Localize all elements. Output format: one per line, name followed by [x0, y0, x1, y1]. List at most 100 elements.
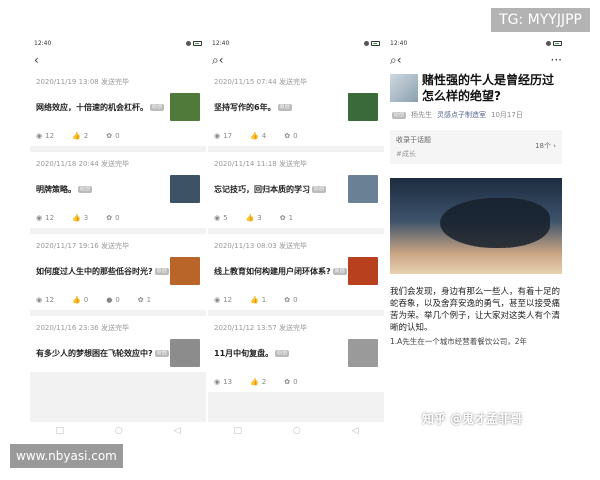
views-stat[interactable]: ◉ 5 [214, 214, 228, 222]
article-stats: ◉ 17 👍 4 ✿ 0 [214, 130, 378, 142]
search-icon[interactable]: ⌕ [390, 53, 397, 68]
article-thumbnail [170, 93, 200, 121]
views-stat[interactable]: ◉ 12 [214, 296, 232, 304]
recent-apps-icon[interactable]: □ [55, 426, 64, 436]
likes-stat[interactable]: 👍 4 [250, 132, 266, 140]
signal-icon [546, 40, 551, 46]
phone-screen-1: 12:40 ‹ 2020/11/19 13:08 发送完毕网络效应，十倍速的机会… [30, 36, 206, 440]
article-thumbnail [348, 93, 378, 121]
back-icon[interactable]: ‹ [397, 53, 402, 67]
status-bar: 12:40 [386, 36, 566, 50]
shares-stat[interactable]: ✿ 0 [106, 214, 119, 222]
likes-stat[interactable]: 👍 3 [246, 214, 262, 222]
shares-stat[interactable]: ✿ 1 [138, 296, 151, 304]
thumbs-up-icon: 👍 [72, 296, 81, 304]
more-icon[interactable]: ··· [551, 53, 562, 67]
views-stat[interactable]: ◉ 12 [36, 296, 54, 304]
shares-stat[interactable]: ✿ 0 [284, 296, 297, 304]
article-card[interactable]: 2020/11/16 23:36 发送完毕 有多少人的梦想困在飞轮效应中? 原创 [30, 316, 206, 372]
send-status: 2020/11/14 11:18 发送完毕 [214, 160, 307, 168]
article-title[interactable]: 明牌策略。 原创 [36, 184, 93, 195]
article-stats: ◉ 12 👍 1 ✿ 0 [214, 294, 378, 306]
article-card[interactable]: 2020/11/13 08:03 发送完毕线上教育如何构建用户闭环体系? 原创 ◉ 1… [208, 234, 384, 310]
gear-icon: ✿ [106, 132, 113, 140]
article-card[interactable]: 2020/11/18 20:44 发送完毕 明牌策略。 原创 ◉ 12 👍 3 ✿ 0 [30, 152, 206, 228]
gear-icon: ✿ [137, 296, 144, 304]
likes-stat[interactable]: 👍 2 [250, 378, 266, 386]
send-status: 2020/11/19 13:08 发送完毕 [36, 78, 129, 86]
article-title[interactable]: 坚持写作的6年。 原创 [214, 102, 292, 113]
card-body: 坚持写作的6年。 原创 [214, 92, 378, 122]
home-icon[interactable]: ○ [115, 426, 123, 436]
send-status: 2020/11/15 07:44 发送完毕 [214, 78, 307, 86]
send-status: 2020/11/13 08:03 发送完毕 [214, 242, 307, 250]
article-title[interactable]: 11月中旬复盘。 原创 [214, 348, 290, 359]
eye-icon: ◉ [214, 214, 221, 222]
article-stats: ◉ 13 👍 2 ✿ 0 [214, 376, 378, 388]
extra-stat[interactable]: ● 0 [106, 296, 120, 304]
shares-stat[interactable]: ✿ 0 [106, 132, 119, 140]
recent-apps-icon[interactable]: □ [233, 426, 242, 436]
likes-stat[interactable]: 👍 2 [72, 132, 88, 140]
card-body: 线上教育如何构建用户闭环体系? 原创 [214, 256, 378, 286]
original-tag: 原创 [78, 185, 93, 193]
shares-stat[interactable]: ✿ 1 [280, 214, 293, 222]
back-icon[interactable]: ‹ [34, 53, 39, 67]
circle-icon: ● [106, 296, 113, 304]
article-title[interactable]: 网络效应，十倍速的机会杠杆。 原创 [36, 102, 165, 113]
send-status: 2020/11/18 20:44 发送完毕 [36, 160, 129, 168]
gear-icon: ✿ [284, 296, 291, 304]
article-card[interactable]: 2020/11/15 07:44 发送完毕 坚持写作的6年。 原创 ◉ 17 👍 4 ✿ 0 [208, 70, 384, 146]
article-title[interactable]: 线上教育如何构建用户闭环体系? 原创 [214, 266, 347, 277]
phone-screen-2: 12:40 ⌕ ‹ 2020/11/15 07:44 发送完毕 坚持写作的6年。原… [208, 36, 384, 440]
article-list: 2020/11/19 13:08 发送完毕网络效应，十倍速的机会杠杆。 原创 ◉ 12… [30, 70, 206, 372]
back-key-icon[interactable]: ◁ [352, 426, 359, 436]
likes-stat[interactable]: 👍 0 [72, 296, 88, 304]
gear-icon: ✿ [106, 214, 113, 222]
status-time: 12:40 [34, 39, 52, 47]
likes-stat[interactable]: 👍 3 [72, 214, 88, 222]
original-tag: 原创 [154, 349, 169, 357]
article-title[interactable]: 忘记技巧，回归本质的学习 原创 [214, 184, 327, 195]
original-tag: 原创 [312, 185, 327, 193]
collection-count[interactable]: 18个 › [535, 141, 556, 151]
article-card[interactable]: 2020/11/12 13:57 发送完毕 11月中旬复盘。 原创 ◉ 13 👍 2 ✿ 0 [208, 316, 384, 392]
home-icon[interactable]: ○ [293, 426, 301, 436]
send-status: 2020/11/12 13:57 发送完毕 [214, 324, 307, 332]
thumbs-up-icon: 👍 [72, 132, 81, 140]
views-stat[interactable]: ◉ 12 [36, 132, 54, 140]
article-stats: ◉ 12 👍 0 ● 0 ✿ 1 [36, 294, 200, 306]
article-card[interactable]: 2020/11/14 11:18 发送完毕忘记技巧，回归本质的学习 原创 ◉ 5 👍 3 ✿… [208, 152, 384, 228]
eye-icon: ◉ [36, 296, 43, 304]
back-key-icon[interactable]: ◁ [174, 426, 181, 436]
topic-collection[interactable]: 收录于话题 #成长 18个 › [390, 130, 562, 164]
article-title: 赌性强的牛人是曾经历过怎么样的绝望? [422, 73, 555, 103]
battery-icon [193, 40, 202, 46]
eye-icon: ◉ [214, 378, 221, 386]
article-thumbnail [170, 175, 200, 203]
likes-stat[interactable]: 👍 1 [250, 296, 266, 304]
publish-date: 10月17日 [491, 111, 523, 119]
card-body: 忘记技巧，回归本质的学习 原创 [214, 174, 378, 204]
search-icon[interactable]: ⌕ [212, 53, 219, 68]
article-thumbnail [390, 74, 418, 102]
collection-topic[interactable]: #成长 [396, 149, 556, 159]
battery-icon [553, 40, 562, 46]
shares-stat[interactable]: ✿ 0 [284, 132, 297, 140]
views-stat[interactable]: ◉ 17 [214, 132, 232, 140]
back-icon[interactable]: ‹ [219, 53, 224, 67]
views-stat[interactable]: ◉ 12 [36, 214, 54, 222]
article-byline: 原创 杨先生 灵感点子制造室 10月17日 [386, 108, 566, 122]
account-name[interactable]: 灵感点子制造室 [437, 110, 486, 120]
article-title[interactable]: 如何度过人生中的那些低谷时光? 原创 [36, 266, 169, 277]
original-tag: 原创 [332, 267, 347, 275]
article-card[interactable]: 2020/11/17 19:16 发送完毕 如何度过人生中的那些低谷时光? 原创 ◉ 1… [30, 234, 206, 310]
views-stat[interactable]: ◉ 13 [214, 378, 232, 386]
article-title[interactable]: 有多少人的梦想困在飞轮效应中? 原创 [36, 348, 169, 359]
article-body: 我们会发现，身边有那么一些人，有着十足的蛇吞象，以及舍弃安逸的勇气，甚至以接受痛… [386, 274, 566, 348]
phone-screen-3: 12:40 ⌕ ‹ ··· 赌性强的牛人是曾经历过怎么样的绝望? 原创 杨先生 … [386, 36, 566, 440]
status-bar: 12:40 [30, 36, 206, 50]
article-card[interactable]: 2020/11/19 13:08 发送完毕网络效应，十倍速的机会杠杆。 原创 ◉ 12… [30, 70, 206, 146]
shares-stat[interactable]: ✿ 0 [284, 378, 297, 386]
article-list: 2020/11/15 07:44 发送完毕 坚持写作的6年。 原创 ◉ 17 👍 4 ✿ 0 20… [208, 70, 384, 392]
